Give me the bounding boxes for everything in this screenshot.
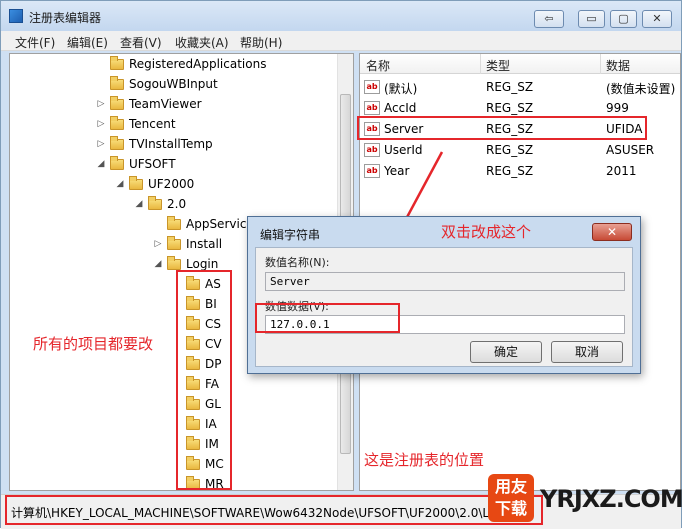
watermark-badge-line1: 用友 [494, 477, 527, 496]
ok-button[interactable]: 确定 [470, 341, 542, 363]
dialog-close-button[interactable]: ✕ [592, 223, 632, 241]
cancel-button[interactable]: 取消 [551, 341, 623, 363]
edit-string-dialog: 编辑字符串 ✕ 数值名称(N): Server 数值数据(V): 127.0.0… [247, 216, 641, 374]
dialog-title: 编辑字符串 [260, 228, 321, 242]
value-name-field[interactable]: Server [265, 272, 625, 291]
watermark-text: YRJXZ.COM [540, 485, 682, 513]
value-name-label: 数值名称(N): [265, 256, 330, 269]
value-data-label: 数值数据(V): [265, 300, 329, 313]
site-watermark: 用友 下载 YRJXZ.COM [488, 470, 682, 526]
dialog-body: 数值名称(N): Server 数值数据(V): 127.0.0.1 确定 取消 [255, 247, 633, 367]
watermark-badge: 用友 下载 [488, 474, 534, 522]
annotation-double-click: 双击改成这个 [441, 223, 532, 241]
value-data-field[interactable]: 127.0.0.1 [265, 315, 625, 334]
watermark-badge-line2: 下载 [494, 499, 527, 518]
